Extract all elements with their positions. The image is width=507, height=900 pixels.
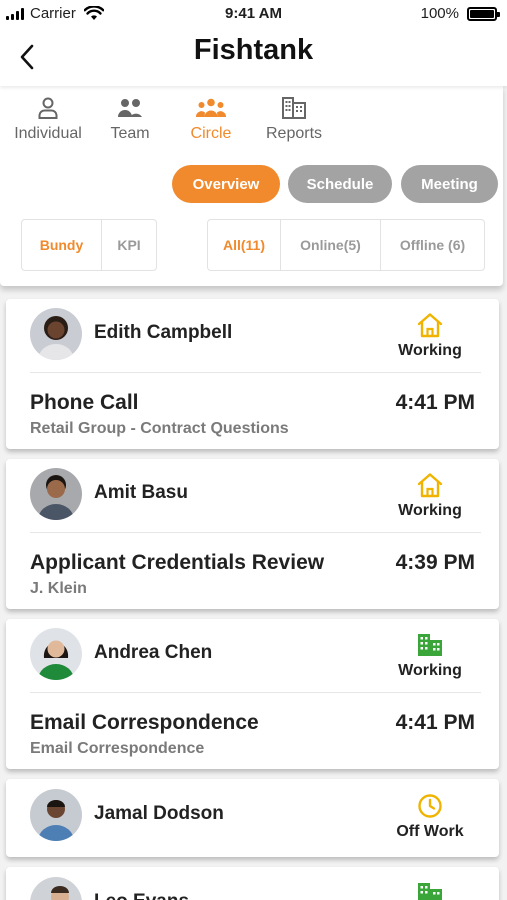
team-icon bbox=[118, 99, 142, 117]
status-indicator: Working bbox=[385, 628, 475, 680]
status-indicator: Off Work bbox=[385, 789, 475, 841]
member-card[interactable]: Jamal Dodson Off Work bbox=[6, 779, 499, 857]
filter-online[interactable]: Online(5) bbox=[280, 220, 380, 270]
status-label: Working bbox=[398, 502, 462, 519]
tab-circle-label: Circle bbox=[190, 125, 232, 142]
activity-title: Phone Call bbox=[30, 391, 139, 414]
divider bbox=[30, 532, 481, 533]
divider bbox=[30, 692, 481, 693]
member-name: Leo Evans bbox=[94, 891, 189, 900]
tab-reports[interactable]: Reports bbox=[258, 94, 330, 143]
status-label: Working bbox=[398, 662, 462, 679]
filter-all[interactable]: All(11) bbox=[208, 220, 280, 270]
person-icon bbox=[38, 97, 58, 119]
office-building-icon bbox=[418, 883, 442, 900]
tab-reports-label: Reports bbox=[265, 125, 323, 142]
activity-time: 4:41 PM bbox=[395, 711, 475, 734]
home-icon bbox=[417, 313, 443, 338]
avatar bbox=[30, 877, 82, 900]
divider bbox=[30, 372, 481, 373]
battery-icon bbox=[467, 6, 500, 21]
member-name: Amit Basu bbox=[94, 482, 188, 503]
tab-team-label: Team bbox=[110, 125, 150, 142]
member-name: Jamal Dodson bbox=[94, 803, 224, 824]
presence-filter: All(11) Online(5) Offline (6) bbox=[207, 219, 485, 271]
activity-detail: Retail Group - Contract Questions bbox=[30, 420, 289, 437]
status-indicator: Working bbox=[385, 308, 475, 360]
activity-title: Email Correspondence bbox=[30, 711, 259, 734]
avatar bbox=[30, 789, 82, 841]
member-card[interactable]: Leo Evans bbox=[6, 867, 499, 900]
filter-panel: Individual Team Circle Reports Overview … bbox=[0, 86, 503, 286]
avatar bbox=[30, 468, 82, 520]
tab-individual[interactable]: Individual bbox=[8, 94, 88, 143]
reports-icon bbox=[282, 97, 306, 119]
overview-button[interactable]: Overview bbox=[172, 165, 280, 203]
status-label: Off Work bbox=[396, 823, 464, 840]
activity-time: 4:41 PM bbox=[395, 391, 475, 414]
member-card[interactable]: Amit Basu Working Applicant Credentials … bbox=[6, 459, 499, 609]
tab-team[interactable]: Team bbox=[100, 94, 160, 143]
member-card[interactable]: Edith Campbell Working Phone Call 4:41 P… bbox=[6, 299, 499, 449]
member-card[interactable]: Andrea Chen Working Email Correspondence… bbox=[6, 619, 499, 769]
status-indicator bbox=[385, 877, 475, 900]
filter-offline[interactable]: Offline (6) bbox=[380, 220, 484, 270]
mode-filter: Bundy KPI bbox=[21, 219, 157, 271]
tab-circle[interactable]: Circle bbox=[180, 94, 242, 143]
tab-individual-label: Individual bbox=[14, 125, 82, 142]
office-building-icon bbox=[418, 634, 442, 656]
member-name: Edith Campbell bbox=[94, 322, 233, 343]
activity-detail: Email Correspondence bbox=[30, 740, 205, 757]
status-bar: Carrier 9:41 AM 100% bbox=[0, 0, 507, 28]
meeting-button[interactable]: Meeting bbox=[401, 165, 498, 203]
clock-icon bbox=[418, 794, 442, 818]
status-indicator: Working bbox=[385, 468, 475, 520]
page-title: Fishtank bbox=[193, 34, 314, 66]
status-label: Working bbox=[398, 342, 462, 359]
battery-group: 100% bbox=[420, 5, 500, 22]
activity-title: Applicant Credentials Review bbox=[30, 551, 325, 574]
circle-icon bbox=[195, 98, 227, 117]
member-name: Andrea Chen bbox=[94, 642, 213, 663]
filter-kpi[interactable]: KPI bbox=[101, 220, 156, 270]
filter-bundy[interactable]: Bundy bbox=[22, 220, 101, 270]
home-icon bbox=[417, 473, 443, 498]
nav-bar: Fishtank bbox=[0, 28, 507, 86]
avatar bbox=[30, 308, 82, 360]
schedule-button[interactable]: Schedule bbox=[288, 165, 392, 203]
battery-label: 100% bbox=[420, 5, 459, 22]
activity-time: 4:39 PM bbox=[395, 551, 475, 574]
avatar bbox=[30, 628, 82, 680]
activity-detail: J. Klein bbox=[30, 580, 87, 597]
